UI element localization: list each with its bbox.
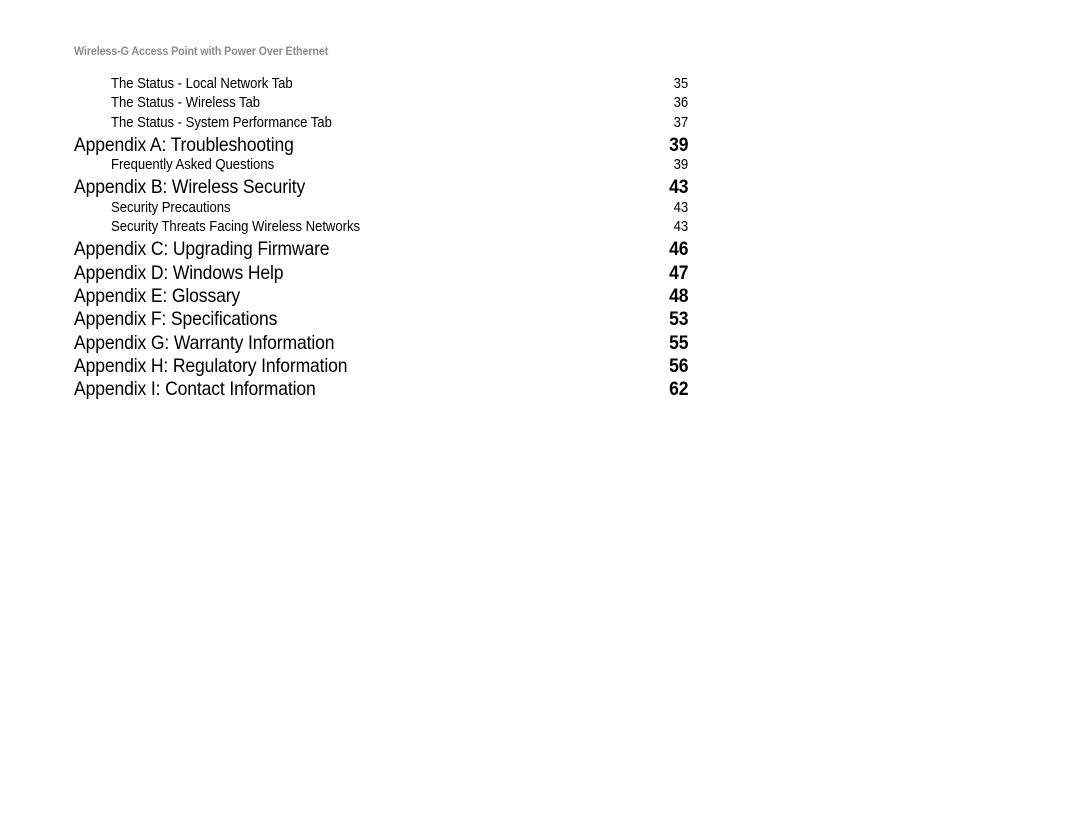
toc-entry[interactable]: Security Threats Facing Wireless Network…: [74, 219, 688, 238]
toc-entry-title: The Status - Wireless Tab: [111, 95, 261, 112]
toc-entry[interactable]: The Status - Wireless Tab 36: [74, 95, 688, 114]
toc-entry-page-number: 37: [673, 114, 689, 131]
toc-entry[interactable]: Frequently Asked Questions 39: [74, 157, 688, 176]
toc-entry[interactable]: Appendix G: Warranty Information 55: [74, 332, 688, 355]
toc-entry-page-number: 53: [668, 308, 688, 331]
toc-entry-page-number: 39: [668, 133, 688, 156]
toc-entry-title: Appendix H: Regulatory Information: [74, 354, 348, 377]
toc-entry[interactable]: Security Precautions 43: [74, 200, 688, 219]
toc-entry-title: Security Precautions: [111, 199, 231, 216]
toc-entry[interactable]: Appendix C: Upgrading Firmware 46: [74, 238, 688, 261]
toc-entry[interactable]: The Status - System Performance Tab 37: [74, 115, 688, 134]
toc-entry-page-number: 48: [668, 284, 688, 307]
toc-entry-page-number: 47: [668, 261, 688, 284]
toc-entry[interactable]: The Status - Local Network Tab 35: [74, 76, 688, 95]
toc-entry-title: Appendix B: Wireless Security: [74, 176, 306, 199]
toc-entry-page-number: 55: [668, 331, 688, 354]
toc-entry[interactable]: Appendix D: Windows Help 47: [74, 262, 688, 285]
toc-entry-page-number: 36: [673, 95, 689, 112]
toc-entry[interactable]: Appendix H: Regulatory Information 56: [74, 355, 688, 378]
toc-entry-title: The Status - System Performance Tab: [111, 114, 332, 131]
document-page: Wireless-G Access Point with Power Over …: [0, 0, 1080, 834]
toc-entry-title: Frequently Asked Questions: [111, 157, 275, 174]
toc-entry[interactable]: Appendix E: Glossary 48: [74, 285, 688, 308]
toc-entry[interactable]: Appendix A: Troubleshooting 39: [74, 134, 688, 157]
toc-entry-title: Appendix C: Upgrading Firmware: [74, 238, 330, 261]
toc-entry-page-number: 43: [673, 199, 689, 216]
toc-entry[interactable]: Appendix B: Wireless Security 43: [74, 176, 688, 199]
toc-entry-title: Appendix D: Windows Help: [74, 261, 284, 284]
toc-entry-page-number: 35: [673, 76, 689, 92]
toc-entry-title: Appendix I: Contact Information: [74, 378, 316, 401]
toc-entry-title: Security Threats Facing Wireless Network…: [111, 219, 361, 236]
toc-entry-page-number: 46: [668, 238, 688, 261]
toc-entry-page-number: 43: [668, 176, 688, 199]
toc-entry-page-number: 39: [673, 157, 689, 174]
toc-entry-title: Appendix G: Warranty Information: [74, 331, 335, 354]
toc-entry-title: Appendix A: Troubleshooting: [74, 133, 294, 156]
toc-entry-page-number: 56: [668, 354, 688, 377]
toc-entry[interactable]: Appendix F: Specifications 53: [74, 308, 688, 331]
toc-entry-title: Appendix F: Specifications: [74, 308, 278, 331]
toc-entry-title: Appendix E: Glossary: [74, 284, 241, 307]
toc-entry-page-number: 62: [668, 378, 688, 401]
table-of-contents: The Status - Local Network Tab 35 The Stat…: [74, 76, 688, 401]
running-header-title: Wireless-G Access Point with Power Over …: [74, 46, 329, 58]
toc-entry[interactable]: Appendix I: Contact Information 62: [74, 378, 688, 401]
toc-entry-page-number: 43: [673, 219, 689, 236]
toc-entry-title: The Status - Local Network Tab: [111, 76, 293, 92]
